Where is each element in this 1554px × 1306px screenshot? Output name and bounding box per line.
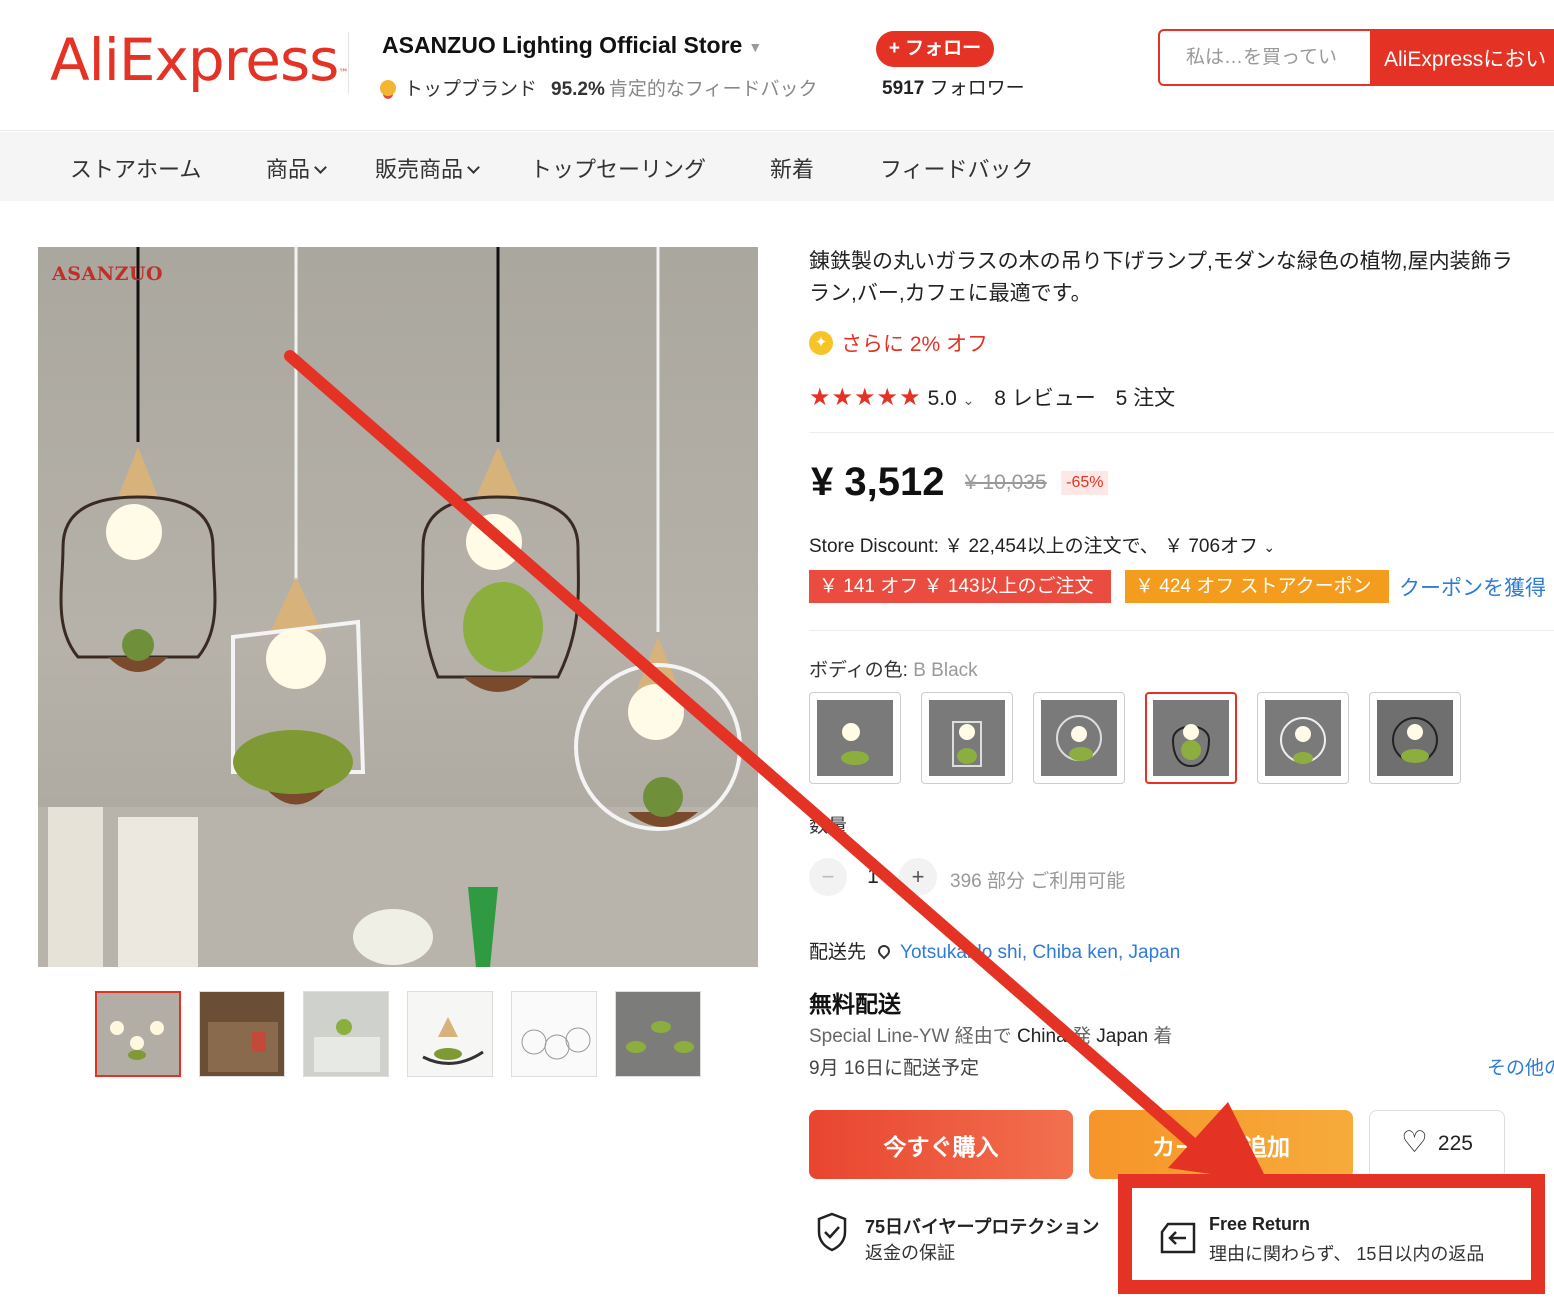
color-swatch-2[interactable] bbox=[921, 692, 1013, 784]
rating-value[interactable]: 5.0 bbox=[928, 387, 957, 410]
quantity-value[interactable]: 1 bbox=[866, 865, 880, 889]
search-input[interactable] bbox=[1160, 31, 1370, 84]
thumbnail-2[interactable] bbox=[199, 991, 285, 1077]
current-price: ¥ 3,512 bbox=[811, 460, 945, 504]
top-brand-badge: トップブランド bbox=[404, 79, 538, 100]
chevron-down-icon bbox=[314, 161, 327, 174]
divider bbox=[809, 630, 1554, 631]
nav-products[interactable]: 商品 bbox=[266, 152, 327, 184]
followers-count: 5917 フォロワー bbox=[882, 78, 1025, 99]
aliexpress-logo[interactable]: AliExpress™ bbox=[50, 28, 348, 92]
wishlist-button[interactable]: ♡ 225 bbox=[1369, 1110, 1505, 1179]
free-return-sub: 理由に関わらず、 15日以内の返品 bbox=[1209, 1244, 1485, 1264]
rating-stars-icon: ★★★★★ bbox=[809, 384, 922, 411]
rating-row: ★★★★★ 5.0 ⌄ 8 レビュー 5 注文 bbox=[809, 382, 1175, 412]
add-to-cart-button[interactable]: カートに追加 bbox=[1089, 1110, 1353, 1179]
chevron-down-icon: ⌄ bbox=[1263, 539, 1276, 555]
other-shipping-options-link[interactable]: その他の bbox=[1487, 1053, 1554, 1080]
nav-sale-items[interactable]: 販売商品 bbox=[375, 152, 480, 184]
chevron-down-icon bbox=[467, 161, 480, 174]
quantity-label: 数量 bbox=[809, 816, 848, 837]
free-shipping: 無料配送 bbox=[809, 991, 901, 1017]
search-aliexpress-button[interactable]: AliExpressにおい bbox=[1370, 31, 1552, 84]
quantity-decrease-button[interactable]: − bbox=[809, 858, 847, 896]
top-brand-medal-icon bbox=[380, 79, 396, 96]
ship-to-location-link[interactable]: Yotsukaido shi, Chiba ken, Japan bbox=[900, 942, 1180, 963]
nav-top-selling[interactable]: トップセーリング bbox=[530, 152, 706, 184]
divider bbox=[809, 432, 1554, 433]
store-nav: ストアホーム 商品 販売商品 トップセーリング 新着 フィードバック bbox=[0, 132, 1554, 201]
color-swatch-6[interactable] bbox=[1369, 692, 1461, 784]
shield-check-icon bbox=[817, 1212, 847, 1252]
main-product-image[interactable]: ASANZUO bbox=[38, 247, 758, 967]
coupon-store[interactable]: ￥ 424 オフ ストアクーポン bbox=[1125, 570, 1389, 603]
thumbnail-5[interactable] bbox=[511, 991, 597, 1077]
ship-to: 配送先 Yotsukaido shi, Chiba ken, Japan bbox=[809, 942, 1181, 963]
thumbnail-3[interactable] bbox=[303, 991, 389, 1077]
thumbnail-1[interactable] bbox=[95, 991, 181, 1077]
feedback-label: 肯定的なフィードバック bbox=[608, 79, 818, 100]
color-swatch-1[interactable] bbox=[809, 692, 901, 784]
brand-watermark: ASANZUO bbox=[52, 263, 164, 285]
header-divider bbox=[348, 32, 349, 94]
extra-discount: ✦ さらに 2% オフ bbox=[809, 328, 988, 358]
nav-new-arrivals[interactable]: 新着 bbox=[770, 152, 814, 184]
feedback-percent: 95.2% bbox=[551, 79, 605, 100]
quantity-increase-button[interactable]: + bbox=[899, 858, 937, 896]
free-return-title: Free Return bbox=[1209, 1214, 1311, 1234]
coupon-order[interactable]: ￥ 141 オフ ￥ 143以上のご注文 bbox=[809, 570, 1111, 603]
thumbnail-4[interactable] bbox=[407, 991, 493, 1077]
nav-feedback[interactable]: フィードバック bbox=[880, 152, 1034, 184]
shipping-method: Special Line-YW 経由で China 発 Japan 着 bbox=[809, 1026, 1173, 1047]
color-swatch-4-selected[interactable] bbox=[1145, 692, 1237, 784]
search-bar: AliExpressにおい bbox=[1158, 29, 1554, 86]
product-title: 錬鉄製の丸いガラスの木の吊り下げランプ,モダンな緑色の植物,屋内装飾ラ ラン,バ… bbox=[809, 250, 1513, 305]
store-name[interactable]: ASANZUO Lighting Official Store ▼ bbox=[382, 32, 762, 59]
heart-icon: ♡ bbox=[1401, 1126, 1428, 1159]
color-label: ボディの色: B Black bbox=[809, 660, 978, 681]
availability: 396 部分 ご利用可能 bbox=[950, 871, 1126, 892]
discount-badge: -65% bbox=[1061, 471, 1109, 495]
pendant-lamps-photo bbox=[38, 247, 758, 967]
color-swatch-5[interactable] bbox=[1257, 692, 1349, 784]
buyer-protection-title: 75日バイヤープロテクション bbox=[865, 1217, 1100, 1237]
delivery-date: 9月 16日に配送予定 bbox=[809, 1058, 979, 1079]
color-swatch-3[interactable] bbox=[1033, 692, 1125, 784]
store-menu-caret-icon[interactable]: ▼ bbox=[748, 39, 762, 55]
get-coupon-link[interactable]: クーポンを獲得 bbox=[1399, 572, 1546, 602]
buy-now-button[interactable]: 今すぐ購入 bbox=[809, 1110, 1073, 1179]
store-meta: トップブランド 95.2% 肯定的なフィードバック bbox=[380, 74, 818, 101]
return-icon bbox=[1160, 1222, 1196, 1254]
coin-icon: ✦ bbox=[809, 331, 833, 356]
chevron-down-icon[interactable]: ⌄ bbox=[963, 392, 975, 408]
original-price: ¥ 10,035 bbox=[964, 471, 1047, 494]
review-count[interactable]: 8 レビュー bbox=[994, 387, 1096, 410]
buyer-protection-sub: 返金の保証 bbox=[865, 1243, 955, 1263]
thumbnail-6[interactable] bbox=[615, 991, 701, 1077]
nav-store-home[interactable]: ストアホーム bbox=[70, 152, 201, 184]
location-pin-icon bbox=[875, 942, 893, 960]
price-row: ¥ 3,512 ¥ 10,035 -65% bbox=[811, 460, 1109, 505]
order-count: 5 注文 bbox=[1115, 387, 1176, 410]
store-header: AliExpress™ ASANZUO Lighting Official St… bbox=[0, 0, 1554, 131]
follow-button[interactable]: + フォロー bbox=[876, 31, 994, 67]
store-discount[interactable]: Store Discount: ￥ 22,454以上の注文で、 ￥ 706オフ … bbox=[809, 531, 1275, 558]
